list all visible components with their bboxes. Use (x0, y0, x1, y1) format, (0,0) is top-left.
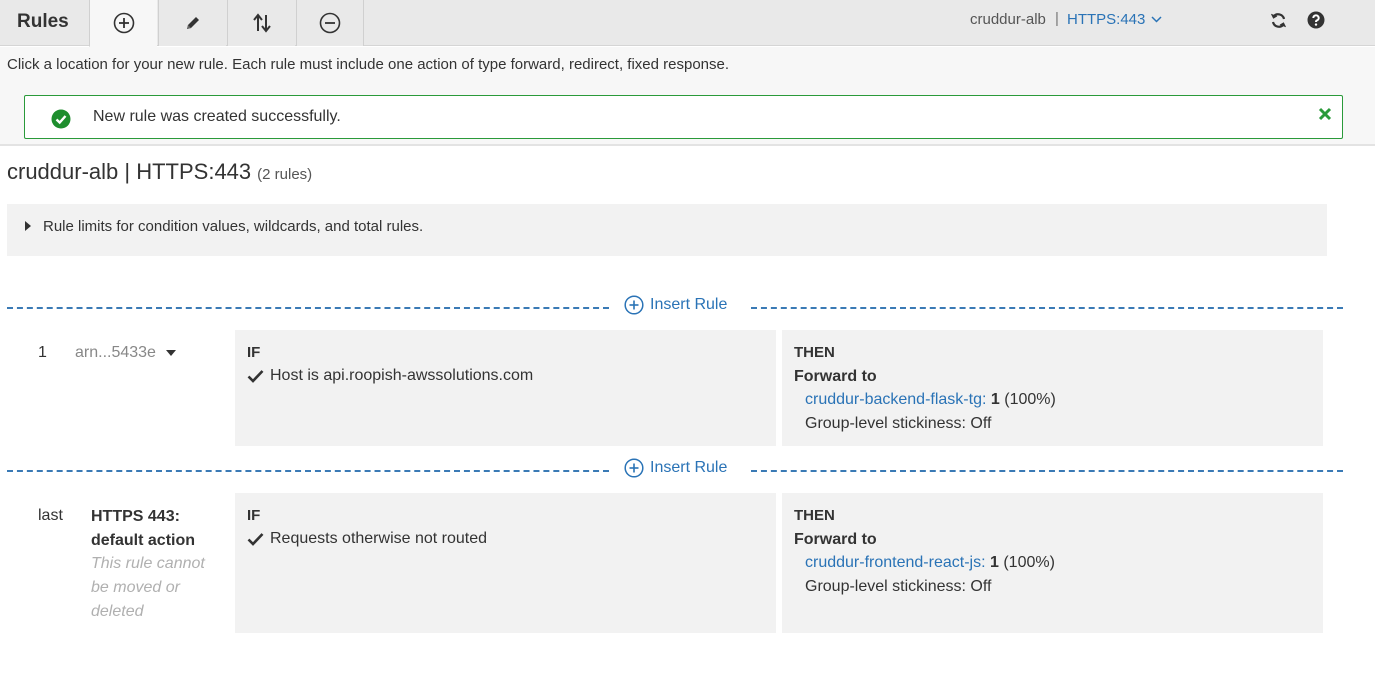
if-label: IF (247, 507, 261, 524)
rule-number: 1 (38, 344, 47, 361)
info-band: Click a location for your new rule. Each… (0, 47, 1375, 146)
caret-down-icon (165, 350, 176, 356)
check-circle-icon (51, 109, 71, 129)
instruction-text: Click a location for your new rule. Each… (7, 56, 730, 73)
target-group-line: cruddur-backend-flask-tg: 1 (100%) (805, 391, 1056, 409)
stickiness-status: Group-level stickiness: Off (805, 415, 992, 432)
rule-actions[interactable]: THEN Forward to cruddur-frontend-react-j… (782, 493, 1323, 633)
insert-rule-label: Insert Rule (650, 459, 728, 476)
check-icon (247, 533, 264, 546)
rule-arn-dropdown[interactable]: arn...5433e (75, 344, 176, 362)
rule-count: (2 rules) (257, 166, 313, 183)
condition-item: Requests otherwise not routed (247, 530, 487, 548)
listener-title: cruddur-alb | HTTPS:443 (7, 159, 252, 184)
add-rules-button[interactable] (89, 0, 157, 47)
plus-circle-icon (624, 458, 644, 478)
then-label: THEN (794, 344, 835, 361)
refresh-button[interactable] (1268, 10, 1288, 30)
condition-text: Requests otherwise not routed (270, 530, 488, 547)
close-icon[interactable] (1317, 106, 1333, 122)
rule-arn: arn...5433e (75, 344, 156, 361)
rule-limits-expander[interactable]: Rule limits for condition values, wildca… (7, 204, 1327, 256)
action-type: Forward to (794, 531, 877, 548)
insert-rule-row: Insert Rule (7, 295, 1343, 319)
dashed-divider (751, 307, 1343, 309)
if-label: IF (247, 344, 261, 361)
target-group-link[interactable]: cruddur-frontend-react-js (805, 554, 981, 571)
target-weight: 1 (989, 554, 999, 571)
condition-item: Host is api.roopish-awssolutions.com (247, 367, 533, 385)
rule-conditions[interactable]: IF Host is api.roopish-awssolutions.com (235, 330, 776, 446)
condition-text: Host is api.roopish-awssolutions.com (270, 367, 534, 384)
target-percent: (100%) (1003, 554, 1055, 571)
reorder-rules-button[interactable] (227, 0, 295, 46)
help-button[interactable] (1306, 10, 1326, 30)
insert-rule-row: Insert Rule (7, 458, 1343, 482)
insert-rule-label: Insert Rule (650, 296, 728, 313)
caret-right-icon (25, 221, 31, 231)
dashed-divider (7, 307, 609, 309)
toolbar-title: Rules (17, 11, 69, 32)
then-label: THEN (794, 507, 835, 524)
load-balancer-name: cruddur-alb (970, 11, 1046, 28)
plus-circle-icon (113, 12, 134, 34)
rules-toolbar: Rules cruddur-alb | HTTPS:443 (0, 0, 1375, 47)
delete-rules-button[interactable] (296, 0, 364, 46)
reorder-icon (252, 13, 271, 33)
plus-circle-icon (624, 295, 644, 315)
target-group-line: cruddur-frontend-react-js: 1 (100%) (805, 554, 1055, 572)
default-action-title: HTTPS 443: default action (91, 508, 196, 549)
success-alert: New rule was created successfully. (24, 95, 1343, 139)
target-weight: 1 (990, 391, 1000, 408)
listener-select[interactable]: HTTPS:443 (1067, 11, 1162, 28)
target-group-link[interactable]: cruddur-backend-flask-tg (805, 391, 982, 408)
action-type: Forward to (794, 368, 877, 385)
rule-limits-label: Rule limits for condition values, wildca… (43, 218, 424, 235)
dashed-divider (751, 470, 1343, 472)
dashed-divider (7, 470, 609, 472)
rule-number: last (38, 507, 63, 524)
success-message: New rule was created successfully. (93, 108, 341, 125)
page-title: cruddur-alb | HTTPS:443 (2 rules) (7, 159, 312, 185)
default-action-note: This rule cannot be moved or deleted (91, 555, 205, 620)
rule-actions[interactable]: THEN Forward to cruddur-backend-flask-tg… (782, 330, 1323, 446)
edit-rules-button[interactable] (158, 0, 226, 46)
target-percent: (100%) (1004, 391, 1056, 408)
weight-separator: : (981, 391, 987, 408)
listener-label: HTTPS:443 (1067, 11, 1146, 28)
help-icon (1307, 11, 1325, 29)
insert-rule-button[interactable]: Insert Rule (624, 458, 727, 478)
insert-rule-button[interactable]: Insert Rule (624, 295, 727, 315)
check-icon (247, 370, 264, 383)
minus-circle-icon (319, 12, 341, 34)
refresh-icon (1270, 12, 1286, 28)
listener-separator: | (1055, 10, 1059, 27)
weight-separator: : (981, 554, 986, 571)
stickiness-status: Group-level stickiness: Off (805, 578, 992, 595)
rule-conditions: IF Requests otherwise not routed (235, 493, 776, 633)
chevron-down-icon (1151, 16, 1162, 23)
pencil-icon (186, 17, 199, 29)
